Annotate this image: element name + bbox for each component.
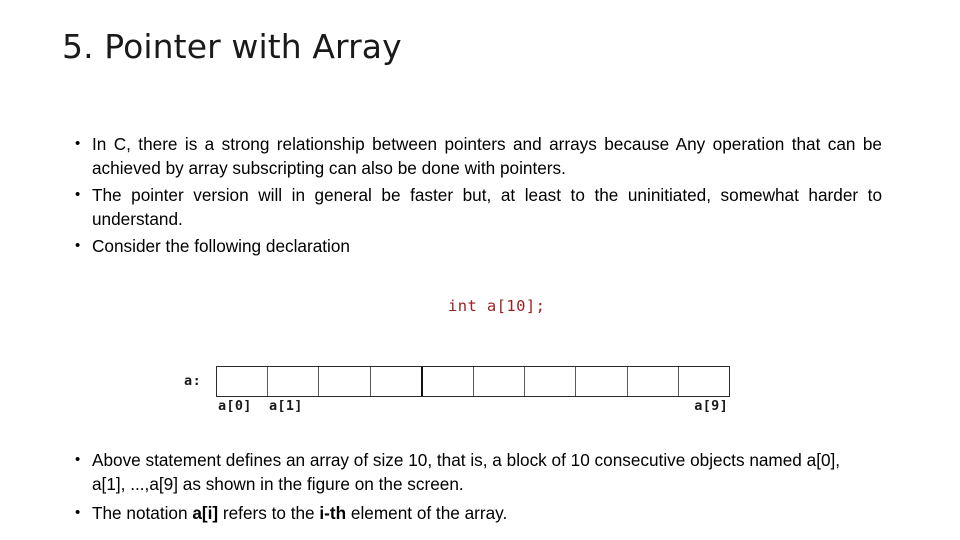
bullet-item-3: Consider the following declaration xyxy=(74,234,882,258)
array-cell xyxy=(319,367,371,396)
array-cells xyxy=(216,366,730,397)
bullet-item-1: In C, there is a strong relationship bet… xyxy=(74,132,882,180)
slide-canvas: 5. Pointer with Array In C, there is a s… xyxy=(0,0,960,540)
array-index-label-last: a[9] xyxy=(694,398,728,414)
array-cell xyxy=(268,367,320,396)
array-index-label-first: a[0] xyxy=(218,398,252,414)
bullet-list-top: In C, there is a strong relationship bet… xyxy=(74,132,882,261)
array-cell-labels: a[0] a[1] a[9] xyxy=(216,398,730,416)
array-cell xyxy=(525,367,577,396)
array-variable-label: a: xyxy=(184,373,202,389)
array-cell xyxy=(371,367,423,396)
bullet-item-2: The pointer version will in general be f… xyxy=(74,183,882,231)
code-declaration: int a[10]; xyxy=(448,297,546,315)
page-title: 5. Pointer with Array xyxy=(62,27,402,66)
array-index-label-second: a[1] xyxy=(269,398,303,414)
array-cell xyxy=(474,367,526,396)
array-figure: a: a[0] a[1] a[9] xyxy=(176,360,746,420)
bullet-item-4: Above statement defines an array of size… xyxy=(74,448,874,496)
bullet-list-bottom: Above statement defines an array of size… xyxy=(74,448,874,530)
array-cell xyxy=(576,367,628,396)
array-cell xyxy=(628,367,679,396)
array-cell xyxy=(679,367,729,396)
array-cell xyxy=(423,367,475,396)
array-cell xyxy=(217,367,269,396)
bullet-item-5: The notation a[i] refers to the i-th ele… xyxy=(74,501,874,525)
